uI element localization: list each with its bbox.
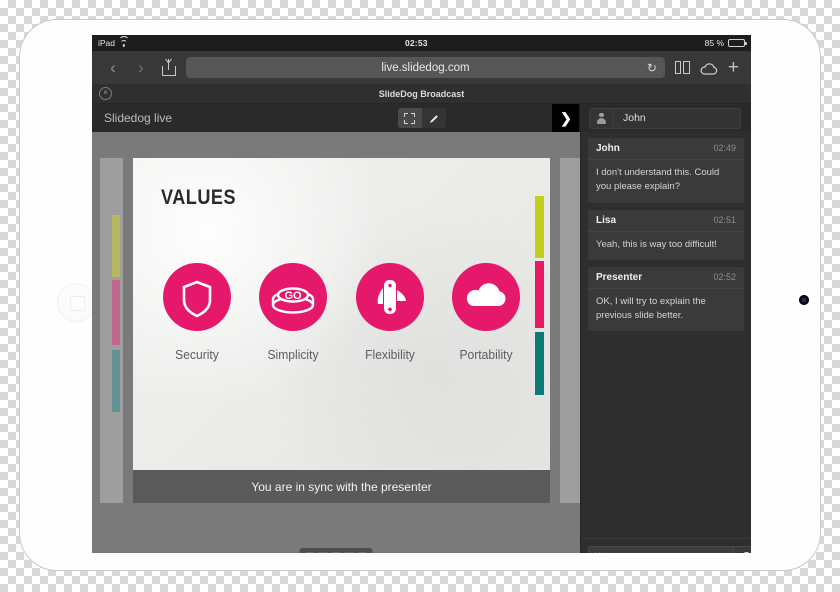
- ipad-device: iPad 02:53 85 % ‹ › live.slidedog.com ↻: [19, 19, 821, 571]
- carrier-label: iPad: [98, 38, 116, 48]
- chat-panel: John 02:49 I don't understand this. Coul…: [580, 132, 751, 553]
- chat-message-header: John 02:49: [588, 138, 744, 160]
- pager-dot[interactable]: [318, 552, 328, 553]
- chat-message: Presenter 02:52 OK, I will try to explai…: [588, 266, 744, 332]
- go-button-icon: GO: [259, 263, 328, 331]
- url-text: live.slidedog.com: [381, 61, 470, 74]
- home-button[interactable]: [57, 283, 96, 322]
- cloud-icon: [451, 263, 520, 331]
- back-button[interactable]: ‹: [104, 59, 122, 76]
- pocket-knife-icon: [355, 263, 424, 331]
- chat-text: I don't understand this. Could you pleas…: [596, 167, 720, 193]
- front-camera-icon: [799, 295, 809, 305]
- ios-status-bar: iPad 02:53 85 %: [92, 35, 751, 51]
- chat-text: Yeah, this is way too difficult!: [596, 238, 717, 250]
- chat-text: OK, I will try to explain the previous s…: [596, 295, 706, 321]
- pager-dot[interactable]: [344, 552, 354, 553]
- safari-tab-bar: × SlideDog Broadcast: [92, 84, 751, 104]
- app-title: Slidedog live: [104, 111, 173, 125]
- chat-message: Lisa 02:51 Yeah, this is way too difficu…: [588, 209, 744, 260]
- pen-button[interactable]: [421, 108, 446, 128]
- main-content: VALUES Security GO Simplicity Flexibilit…: [92, 132, 751, 553]
- slide-pager[interactable]: [299, 548, 373, 553]
- reload-icon[interactable]: ↻: [647, 62, 657, 74]
- send-button[interactable]: Send: [733, 546, 751, 553]
- share-icon[interactable]: [162, 59, 176, 76]
- svg-text:GO: GO: [285, 290, 303, 302]
- tab-title[interactable]: SlideDog Broadcast: [92, 89, 751, 99]
- chat-message: John 02:49 I don't understand this. Coul…: [588, 138, 744, 203]
- previous-slide-preview[interactable]: [100, 158, 123, 503]
- value-item-portability: Portability: [446, 263, 526, 362]
- values-row: Security GO Simplicity Flexibility Porta…: [133, 263, 550, 362]
- chat-compose-bar: Send: [581, 538, 751, 553]
- next-slide-preview[interactable]: [560, 158, 580, 503]
- app-header: Slidedog live ❯ John: [92, 104, 751, 132]
- value-item-simplicity: GO Simplicity: [253, 263, 333, 362]
- user-box: John: [579, 104, 751, 132]
- pager-dot[interactable]: [331, 552, 341, 553]
- new-tab-button[interactable]: +: [728, 58, 739, 77]
- shield-icon: [163, 263, 232, 331]
- pager-dot[interactable]: [305, 552, 315, 553]
- user-name-label: John: [623, 112, 646, 124]
- bookmarks-icon[interactable]: [674, 61, 690, 74]
- value-item-flexibility: Flexibility: [350, 263, 430, 362]
- value-label: Portability: [459, 347, 513, 362]
- ipad-screen: iPad 02:53 85 % ‹ › live.slidedog.com ↻: [92, 35, 751, 553]
- status-clock: 02:53: [404, 38, 428, 48]
- pen-icon: [428, 112, 440, 124]
- camera-lens-icon: [802, 298, 806, 302]
- battery-percent-label: 85 %: [704, 38, 724, 48]
- home-button-square-icon: [70, 296, 85, 311]
- chat-author: Lisa: [596, 214, 617, 226]
- message-input[interactable]: [588, 546, 733, 553]
- header-tool-group: [397, 108, 446, 128]
- sync-status-bar: You are in sync with the presenter: [133, 470, 550, 503]
- fullscreen-button[interactable]: [397, 108, 422, 128]
- battery-icon: [728, 39, 747, 47]
- sync-status-text: You are in sync with the presenter: [251, 479, 432, 494]
- divider: [613, 108, 614, 128]
- slide-stage[interactable]: VALUES Security GO Simplicity Flexibilit…: [92, 132, 580, 553]
- wifi-icon: [118, 36, 130, 47]
- safari-toolbar: ‹ › live.slidedog.com ↻ +: [92, 51, 751, 84]
- chat-message-list[interactable]: John 02:49 I don't understand this. Coul…: [581, 132, 751, 538]
- chat-message-header: Presenter 02:52: [588, 267, 744, 289]
- value-label: Simplicity: [267, 347, 319, 362]
- icloud-tabs-icon[interactable]: [700, 62, 718, 75]
- current-slide[interactable]: VALUES Security GO Simplicity Flexibilit…: [133, 158, 550, 503]
- value-item-security: Security: [157, 263, 237, 362]
- chat-author: Presenter: [596, 271, 643, 283]
- url-bar[interactable]: live.slidedog.com ↻: [186, 57, 665, 78]
- chat-time: 02:51: [713, 214, 736, 225]
- chevron-right-icon: ❯: [560, 109, 572, 126]
- chat-message-header: Lisa 02:51: [588, 210, 744, 232]
- value-label: Flexibility: [364, 347, 415, 362]
- chat-time: 02:52: [713, 271, 736, 282]
- pager-dot[interactable]: [357, 552, 367, 553]
- slide-title: VALUES: [161, 186, 237, 209]
- slide-canvas: VALUES Security GO Simplicity Flexibilit…: [133, 158, 550, 470]
- value-label: Security: [175, 347, 219, 362]
- forward-button[interactable]: ›: [132, 59, 150, 76]
- chat-panel-toggle[interactable]: ❯: [552, 104, 580, 132]
- user-name-field[interactable]: John: [589, 107, 741, 129]
- chat-time: 02:49: [713, 143, 736, 153]
- fullscreen-icon: [404, 112, 415, 124]
- chat-author: John: [596, 143, 620, 154]
- person-icon: [597, 112, 606, 124]
